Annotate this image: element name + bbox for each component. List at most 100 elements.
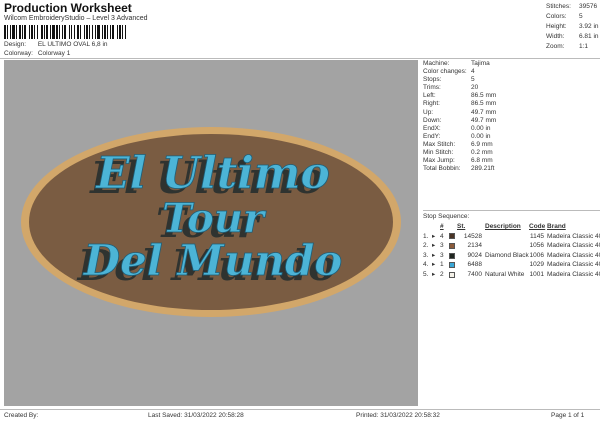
machine-info-row: Left: 86.5 mm (423, 92, 496, 100)
info-label: Color changes: (423, 68, 467, 76)
info-value: 6.9 mm (471, 140, 493, 148)
machine-info-row: EndY: 0.00 in (423, 133, 496, 141)
color-swatch (449, 270, 457, 280)
info-value: 0.00 in (471, 124, 491, 132)
stitch-count: 14528 (463, 232, 482, 240)
stop-row: 2. ▸ 3 2134 1056 Madeira Classic 40 (423, 241, 600, 251)
printed-date: Printed: 31/03/2022 20:58:32 (356, 412, 440, 419)
thread-brand: Madeira Classic 40 (547, 232, 600, 240)
last-saved: Last Saved: 31/03/2022 20:58:28 (148, 412, 244, 419)
worksheet-title: Production Worksheet (4, 1, 132, 15)
barcode (4, 25, 209, 39)
embroidery-patch: El Ultimo Tour Del Mundo El Ultimo Tour … (21, 127, 401, 317)
info-value: 49.7 mm (471, 116, 497, 124)
header-divider (0, 58, 600, 59)
stitch-count: 7400 (467, 270, 482, 278)
info-label: Stops: (423, 76, 442, 84)
machine-info-row: Machine: Tajima (423, 60, 496, 68)
stop-marker: ▸ (432, 261, 436, 269)
stop-marker: ▸ (432, 251, 436, 259)
info-label: Max Jump: (423, 157, 455, 165)
summary-row: Zoom: 1:1 (546, 43, 589, 50)
summary-stats: Stitches: 39576 Colors: 5 Height: 3.92 in W… (546, 2, 599, 52)
page-number: Page 1 of 1 (551, 412, 585, 419)
color-number: 3 (440, 251, 444, 259)
stop-sequence-table: # St. Description Code Brand 1. ▸ 4 14528 11… (423, 222, 600, 280)
machine-info-row: Min Stitch: 0.2 mm (423, 149, 496, 157)
info-value: Tajima (471, 60, 490, 67)
design-row: Design: EL ULTIMO OVAL 6,8 in (4, 41, 108, 48)
design-preview: El Ultimo Tour Del Mundo El Ultimo Tour … (4, 60, 418, 406)
thread-code: 1145 (530, 232, 544, 240)
info-label: Trims: (423, 84, 441, 92)
stop-index: 2. (423, 242, 429, 250)
stop-index: 4. (423, 261, 429, 269)
header-description: Description (485, 223, 521, 230)
thread-description (485, 241, 529, 251)
info-value: 6.8 mm (471, 157, 493, 165)
design-value: EL ULTIMO OVAL 6,8 in (37, 41, 108, 48)
info-value: 86.5 mm (471, 92, 497, 100)
info-label: Right: (423, 100, 440, 108)
machine-info-row: Down: 49.7 mm (423, 117, 496, 125)
stop-row: 5. ▸ 2 7400 Natural White 1001 Madeira Classic… (423, 270, 600, 280)
colorway-label: Colorway: (4, 50, 33, 57)
info-label: Total Bobbin: (423, 165, 461, 173)
info-label: Machine: (423, 60, 450, 67)
stop-row: 1. ▸ 4 14528 1145 Madeira Classic 40 (423, 232, 600, 242)
line3-text: Del Mundo (83, 236, 343, 285)
info-label: EndX: (423, 124, 441, 132)
stop-marker: ▸ (432, 242, 436, 250)
stitch-count: 9024 (467, 251, 482, 259)
stop-table-header: # St. Description Code Brand (423, 222, 589, 232)
summary-row: Colors: 5 (546, 13, 583, 20)
stitch-count: 6488 (467, 261, 482, 269)
info-label: Up: (423, 108, 434, 116)
info-value: 0.00 in (471, 132, 491, 140)
color-number: 1 (440, 261, 444, 269)
colorway-row: Colorway: Colorway 1 (4, 50, 70, 57)
line1-text: El Ultimo (94, 148, 330, 199)
machine-info-row: Total Bobbin: 289.21ft (423, 165, 496, 173)
machine-info-row: Max Jump: 6.8 mm (423, 157, 496, 165)
footer-divider (0, 409, 600, 410)
summary-row: Height: 3.92 in (546, 23, 599, 30)
stop-divider (423, 210, 600, 211)
info-value: 86.5 mm (471, 100, 497, 108)
thread-brand: Madeira Classic 40 (547, 242, 600, 250)
thread-description: Natural White (485, 270, 525, 278)
color-swatch (449, 241, 457, 251)
thread-code: 1006 (529, 251, 544, 259)
thread-description: Diamond Black (485, 251, 529, 259)
machine-info-row: EndX: 0.00 in (423, 125, 496, 133)
info-label: EndY: (423, 132, 441, 140)
machine-info-row: Up: 49.7 mm (423, 109, 496, 117)
header-stitches: St. (457, 223, 466, 230)
color-swatch (449, 251, 457, 261)
info-value: 0.2 mm (471, 149, 493, 157)
machine-info-row: Stops: 5 (423, 76, 496, 84)
info-label: Min Stitch: (423, 149, 454, 157)
thread-code: 1029 (529, 261, 544, 269)
design-label: Design: (4, 41, 27, 48)
info-value: 289.21ft (471, 165, 495, 173)
colorway-value: Colorway 1 (37, 50, 71, 57)
info-value: 5 (471, 76, 475, 84)
machine-info-row: Color changes: 4 (423, 68, 496, 76)
thread-brand: Madeira Classic 40 (547, 270, 600, 278)
stitch-count: 2134 (467, 242, 482, 250)
thread-brand: Madeira Classic 40 (547, 251, 600, 259)
info-value: 20 (471, 84, 479, 92)
stop-row: 3. ▸ 3 9024 Diamond Black 1006 Madeira Classic… (423, 251, 600, 261)
machine-info: Machine: Tajima Color changes: 4 Stops: 5 Trim… (423, 60, 496, 173)
stop-row: 4. ▸ 1 6488 1029 Madeira Classic 40 (423, 260, 600, 270)
info-value: 49.7 mm (471, 108, 497, 116)
stop-marker: ▸ (432, 232, 436, 240)
header-number: # (440, 223, 444, 230)
machine-info-row: Right: 86.5 mm (423, 100, 496, 108)
color-swatch (449, 232, 457, 242)
info-label: Left: (423, 92, 436, 100)
color-number: 3 (440, 242, 444, 250)
color-number: 4 (440, 232, 444, 240)
thread-code: 1056 (529, 242, 544, 250)
